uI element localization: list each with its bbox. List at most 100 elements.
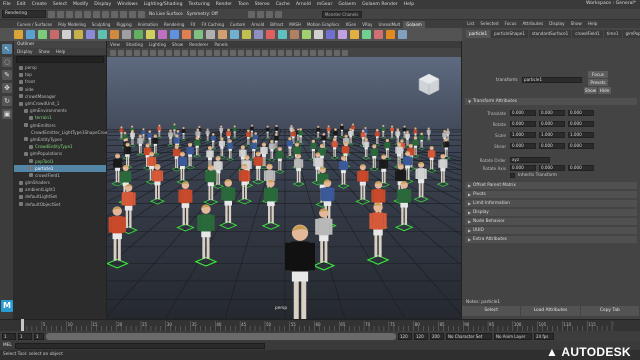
shelf-tool-icon[interactable]: [158, 30, 167, 39]
outliner-item[interactable]: popTool1: [14, 157, 106, 164]
section-pivots[interactable]: ▶ Pivots: [465, 191, 637, 198]
inherits-transform-checkbox[interactable]: [510, 173, 515, 178]
select-hierarchy-icon[interactable]: [93, 10, 100, 18]
shelf-tool-icon[interactable]: [74, 30, 83, 39]
shelf-tool-icon[interactable]: [230, 30, 239, 39]
rotate-tool-icon[interactable]: ↻: [2, 96, 12, 106]
outliner-item[interactable]: glmShaders: [14, 179, 106, 186]
viewport-tool-icon[interactable]: [262, 49, 268, 56]
shelf-tool-icon[interactable]: [386, 30, 395, 39]
attr-tab[interactable]: glmPopul...: [622, 30, 640, 38]
shelf-tool-icon[interactable]: [326, 30, 335, 39]
viewport-tool-icon[interactable]: [278, 49, 284, 56]
shelf-tool-icon[interactable]: [14, 30, 23, 39]
outliner-item[interactable]: CrowdEmitter_LightType1ShapeCrowd...: [14, 129, 115, 136]
anim-layer-dropdown[interactable]: No Anim Layer: [494, 332, 532, 340]
attr-rotate-y-field[interactable]: 0.000: [539, 121, 565, 127]
menu-golaem-render[interactable]: Golaem Render: [359, 2, 401, 7]
shelf-tab-rendering[interactable]: Rendering: [161, 21, 187, 28]
shelf-tool-icon[interactable]: [398, 30, 407, 39]
attr-menu-show[interactable]: Show: [568, 20, 585, 28]
shelf-tool-icon[interactable]: [170, 30, 179, 39]
outliner-item[interactable]: defaultObjectSet: [14, 201, 106, 208]
shelf-tab-golaem[interactable]: Golaem: [403, 21, 425, 28]
attr-rotate-x-field[interactable]: 0.000: [510, 121, 536, 127]
shelf-tool-icon[interactable]: [122, 30, 131, 39]
viewport-tool-icon[interactable]: [326, 49, 332, 56]
shelf-tab-fx[interactable]: FX: [187, 21, 198, 28]
range-start-small-field[interactable]: 1: [34, 332, 44, 340]
viewport-tool-icon[interactable]: [214, 49, 220, 56]
attr-tab[interactable]: time1: [603, 30, 622, 38]
move-tool-icon[interactable]: ✥: [2, 83, 12, 93]
copy-tab-button[interactable]: Copy Tab: [581, 306, 640, 316]
select-object-icon[interactable]: [102, 10, 109, 18]
scale-tool-icon[interactable]: ▣: [2, 109, 12, 119]
shelf-tool-icon[interactable]: [362, 30, 371, 39]
viewport-tool-icon[interactable]: [206, 49, 212, 56]
attr-menu-display[interactable]: Display: [546, 20, 567, 28]
shelf-tab-sculpting[interactable]: Sculpting: [89, 21, 114, 28]
load-attributes-button[interactable]: Load Attributes: [521, 306, 581, 316]
outliner-item[interactable]: ambientLight1: [14, 186, 106, 193]
shelf-tool-icon[interactable]: [302, 30, 311, 39]
shelf-tool-icon[interactable]: [374, 30, 383, 39]
playhead[interactable]: [21, 319, 24, 331]
lasso-tool-icon[interactable]: ◌: [2, 57, 12, 67]
attr-tab[interactable]: particle1: [466, 30, 491, 38]
viewport-tool-icon[interactable]: [310, 49, 316, 56]
shelf-tab-bifrost[interactable]: Bifrost: [267, 21, 286, 28]
shelf-tool-icon[interactable]: [338, 30, 347, 39]
viewport-menu-panels[interactable]: Panels: [211, 41, 230, 48]
viewport-tool-icon[interactable]: [222, 49, 228, 56]
viewport-menu-show[interactable]: Show: [169, 41, 186, 48]
viewport-tool-icon[interactable]: [182, 49, 188, 56]
viewport-tool-icon[interactable]: [198, 49, 204, 56]
outliner-item[interactable]: top: [14, 71, 106, 78]
attr-shear-z-field[interactable]: 0.000: [568, 143, 594, 149]
shelf-tab-vray[interactable]: VRay: [359, 21, 375, 28]
open-scene-icon[interactable]: [57, 10, 64, 18]
attr-translate-y-field[interactable]: 0.000: [539, 110, 565, 116]
shelf-tab-animation[interactable]: Animation: [135, 21, 161, 28]
attr-menu-attributes[interactable]: Attributes: [519, 20, 546, 28]
render-camera-field[interactable]: Monster Chanels: [321, 10, 362, 18]
menu-edit[interactable]: Edit: [14, 2, 29, 7]
render-settings-icon[interactable]: [265, 10, 273, 18]
shelf-tool-icon[interactable]: [194, 30, 203, 39]
attr-tab[interactable]: crowdField1: [572, 30, 603, 38]
viewport-tool-icon[interactable]: [166, 49, 172, 56]
attr-tab[interactable]: standardSurface1: [528, 30, 572, 38]
menu-create[interactable]: Create: [29, 2, 50, 7]
shelf-tool-icon[interactable]: [146, 30, 155, 39]
hide-button[interactable]: Hide: [598, 87, 611, 94]
outliner-item[interactable]: glmPopulations: [14, 150, 106, 157]
menu-file[interactable]: File: [0, 2, 14, 7]
section-transform-attributes[interactable]: ▼ Transform Attributes: [465, 98, 637, 105]
viewport-tool-icon[interactable]: [174, 49, 180, 56]
select-button[interactable]: Select: [462, 306, 522, 316]
menu-modify[interactable]: Modify: [70, 2, 91, 7]
viewport-tool-icon[interactable]: [230, 49, 236, 56]
viewport-panel[interactable]: View Shading Lighting Show Renderer Pane…: [107, 41, 462, 319]
outliner-item[interactable]: glmEntityTypes: [14, 136, 106, 143]
outliner-menu-show[interactable]: Show: [35, 48, 52, 55]
new-scene-icon[interactable]: [48, 10, 55, 18]
end-time-2-field[interactable]: 200: [430, 332, 444, 340]
attr-menu-help[interactable]: Help: [585, 20, 601, 28]
menu-lighting-shading[interactable]: Lighting/Shading: [141, 2, 186, 7]
attr-rotate-z-field[interactable]: 0.000: [568, 121, 594, 127]
viewport-tool-icon[interactable]: [286, 49, 292, 56]
section-display[interactable]: ▶ Display: [465, 209, 637, 216]
character-set-dropdown[interactable]: No Character Set: [446, 332, 492, 340]
viewport-tool-icon[interactable]: [318, 49, 324, 56]
shelf-tab-unrealmult[interactable]: UnrealMult: [376, 21, 404, 28]
outliner-menu-display[interactable]: Display: [14, 48, 35, 55]
shelf-tool-icon[interactable]: [26, 30, 35, 39]
shelf-tool-icon[interactable]: [278, 30, 287, 39]
fps-dropdown[interactable]: 24 fps: [534, 332, 554, 340]
shelf-tab-poly-modeling[interactable]: Poly Modeling: [55, 21, 89, 28]
attr-tab[interactable]: particleShape1: [491, 30, 528, 38]
menu-toon[interactable]: Toon: [235, 2, 252, 7]
shelf-tool-icon[interactable]: [98, 30, 107, 39]
